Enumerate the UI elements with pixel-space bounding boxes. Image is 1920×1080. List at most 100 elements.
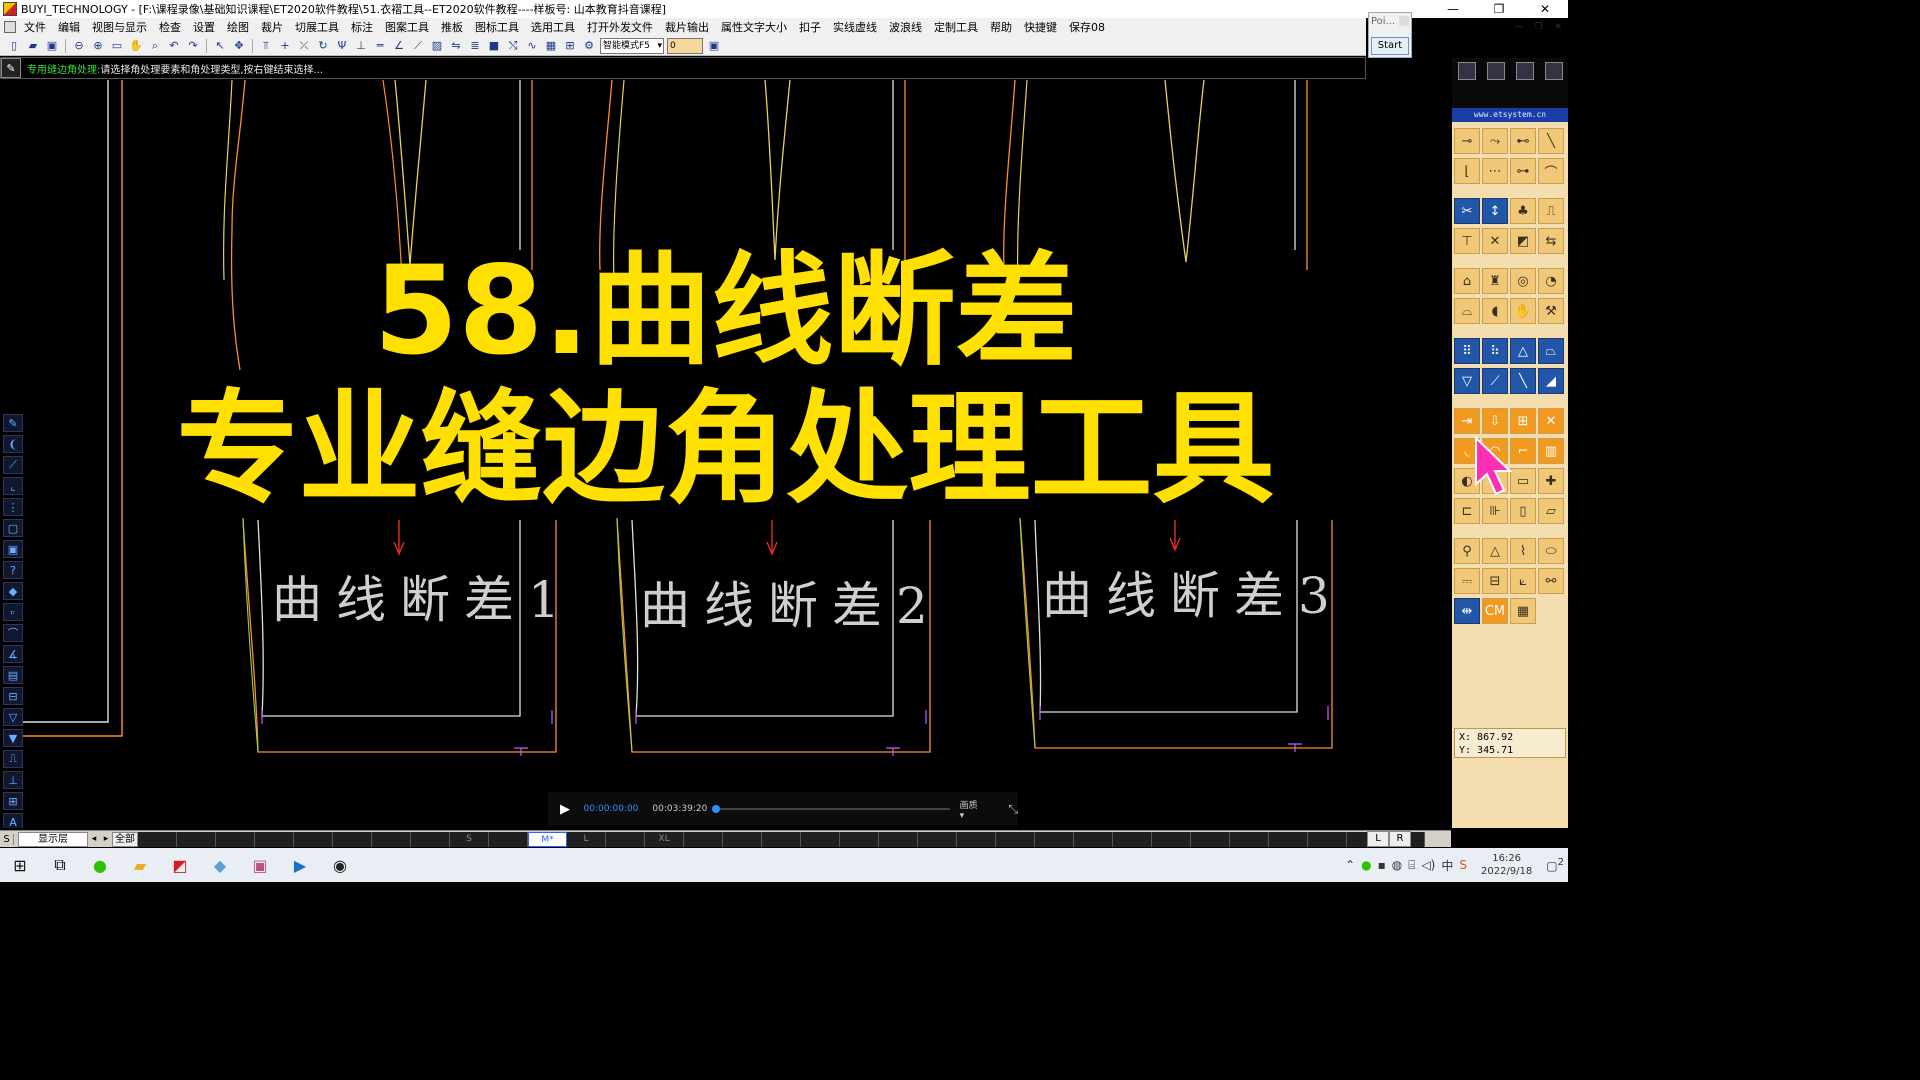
apply-icon[interactable]: ▣ bbox=[706, 38, 722, 54]
flag-icon[interactable] bbox=[1457, 62, 1476, 80]
menu-open-external[interactable]: 打开外发文件 bbox=[587, 19, 653, 35]
progress-track[interactable] bbox=[712, 805, 950, 813]
menu-annotate[interactable]: 标注 bbox=[351, 19, 373, 35]
r-button[interactable]: R bbox=[1389, 831, 1411, 847]
pattern-grid-icon[interactable]: ▦ bbox=[543, 38, 559, 54]
minimize-button[interactable]: — bbox=[1430, 0, 1476, 18]
size-cell[interactable] bbox=[1230, 831, 1269, 847]
tool-icon[interactable]: ◖ bbox=[1482, 298, 1508, 324]
size-cell[interactable] bbox=[1308, 831, 1347, 847]
mirror-icon[interactable]: ⇋ bbox=[448, 38, 464, 54]
windows-start-icon[interactable]: ⊞ bbox=[0, 848, 40, 882]
tool-icon[interactable]: ▽ bbox=[1454, 368, 1480, 394]
unit-mm-icon[interactable]: ⇹ bbox=[1454, 598, 1480, 624]
tool-icon[interactable]: ⊏ bbox=[1454, 498, 1480, 524]
gear-box-icon[interactable] bbox=[1515, 62, 1534, 80]
size-cell[interactable] bbox=[762, 831, 801, 847]
move-icon[interactable]: ✥ bbox=[231, 38, 247, 54]
tool-icon[interactable]: ⌓ bbox=[1454, 298, 1480, 324]
tool-icon[interactable]: ✋ bbox=[1510, 298, 1536, 324]
hatch-icon[interactable]: ▨ bbox=[429, 38, 445, 54]
tool-icon[interactable]: ⌂ bbox=[1454, 268, 1480, 294]
size-cell[interactable] bbox=[1269, 831, 1308, 847]
tray-app-icon[interactable]: ▪ bbox=[1378, 858, 1386, 872]
quality-select[interactable]: 画质 ▾ bbox=[960, 798, 985, 821]
tool-icon[interactable]: ✚ bbox=[1538, 468, 1564, 494]
tool-icon[interactable]: ▯ bbox=[1510, 498, 1536, 524]
tool-icon[interactable]: ⊪ bbox=[1482, 498, 1508, 524]
all-sizes-button[interactable]: 全部 bbox=[112, 831, 138, 847]
tool-icon[interactable]: ⊷ bbox=[1510, 128, 1536, 154]
size-cell[interactable] bbox=[996, 831, 1035, 847]
tool-icon[interactable]: ⌊ bbox=[1454, 158, 1480, 184]
redo-icon[interactable]: ↷ bbox=[185, 38, 201, 54]
size-cell[interactable] bbox=[294, 831, 333, 847]
document-icon[interactable] bbox=[1544, 62, 1563, 80]
help-tool-icon[interactable]: ? bbox=[3, 561, 23, 579]
size-cell[interactable] bbox=[1113, 831, 1152, 847]
size-cell[interactable] bbox=[684, 831, 723, 847]
menu-custom-tools[interactable]: 定制工具 bbox=[934, 19, 978, 35]
align-icon[interactable]: ⫪ bbox=[258, 38, 274, 54]
play-icon[interactable]: ▶ bbox=[560, 802, 580, 817]
task-view-icon[interactable]: ⧉ bbox=[40, 848, 80, 882]
file-explorer-icon[interactable]: ▰ bbox=[120, 848, 160, 882]
media-player-icon[interactable]: ▶ bbox=[280, 848, 320, 882]
calculator-icon[interactable]: ▦ bbox=[1510, 598, 1536, 624]
recorder-icon[interactable]: ◉ bbox=[320, 848, 360, 882]
baseline-icon[interactable]: ⊥ bbox=[3, 771, 23, 789]
tool-icon[interactable]: ⇥ bbox=[1454, 408, 1480, 434]
pan-hand-icon[interactable]: ✋ bbox=[128, 38, 144, 54]
size-cell[interactable] bbox=[333, 831, 372, 847]
menu-pattern-tools[interactable]: 图案工具 bbox=[385, 19, 429, 35]
tool-icon[interactable]: ↕ bbox=[1482, 198, 1508, 224]
menu-settings[interactable]: 设置 bbox=[193, 19, 215, 35]
size-cell[interactable] bbox=[372, 831, 411, 847]
tool-icon[interactable]: ⋯ bbox=[1482, 158, 1508, 184]
size-cell[interactable] bbox=[1152, 831, 1191, 847]
close-button[interactable]: ✕ bbox=[1522, 0, 1568, 18]
color-palette-icon[interactable]: ■ bbox=[486, 38, 502, 54]
display-layer-button[interactable]: 显示层 bbox=[18, 831, 88, 847]
size-cell[interactable]: XL bbox=[645, 831, 684, 847]
tool-icon[interactable]: ⎍ bbox=[1538, 198, 1564, 224]
mdi-minimize-button[interactable]: — bbox=[1514, 18, 1523, 36]
tool-icon[interactable]: ⚯ bbox=[1538, 568, 1564, 594]
tool-icon[interactable]: ╲ bbox=[1510, 368, 1536, 394]
compass-icon[interactable]: ∡ bbox=[3, 645, 23, 663]
size-cell[interactable] bbox=[1191, 831, 1230, 847]
menu-piece-output[interactable]: 裁片输出 bbox=[665, 19, 709, 35]
size-cell[interactable] bbox=[138, 831, 177, 847]
cube-icon[interactable] bbox=[1486, 62, 1505, 80]
progress-knob[interactable] bbox=[712, 805, 721, 813]
app-icon[interactable]: ▣ bbox=[240, 848, 280, 882]
tool-icon[interactable]: △ bbox=[1482, 538, 1508, 564]
tool-icon[interactable]: ◎ bbox=[1510, 268, 1536, 294]
size-cell[interactable] bbox=[918, 831, 957, 847]
save-icon[interactable]: ▣ bbox=[44, 38, 60, 54]
slash-icon[interactable]: ⟋ bbox=[410, 38, 426, 54]
notification-icon[interactable]: ▢2 bbox=[1546, 857, 1564, 873]
tool-icon[interactable]: ✕ bbox=[1482, 228, 1508, 254]
tool-icon[interactable]: ⊟ bbox=[1482, 568, 1508, 594]
size-cell[interactable] bbox=[216, 831, 255, 847]
tool-icon[interactable]: ⇩ bbox=[1482, 408, 1508, 434]
menu-select-tools[interactable]: 选用工具 bbox=[531, 19, 575, 35]
size-cell[interactable] bbox=[879, 831, 918, 847]
next-arrow-icon[interactable]: ▸ bbox=[100, 834, 112, 844]
tool-icon[interactable]: ⎓ bbox=[1454, 568, 1480, 594]
tool-icon[interactable]: ⠿ bbox=[1454, 338, 1480, 364]
menu-grading[interactable]: 推板 bbox=[441, 19, 463, 35]
menu-edit[interactable]: 编辑 bbox=[58, 19, 80, 35]
tool-icon[interactable]: ⬭ bbox=[1538, 538, 1564, 564]
clock[interactable]: 16:26 2022/9/18 bbox=[1481, 852, 1532, 878]
menu-file[interactable]: 文件 bbox=[24, 19, 46, 35]
menu-wave-line[interactable]: 波浪线 bbox=[889, 19, 922, 35]
mdi-close-button[interactable]: ✕ bbox=[1555, 18, 1563, 36]
fill-tool-icon[interactable]: ◆ bbox=[3, 582, 23, 600]
tool-icon[interactable]: ⏢ bbox=[1538, 338, 1564, 364]
tool-icon[interactable]: ⇆ bbox=[1538, 228, 1564, 254]
tool-icon[interactable]: ⊞ bbox=[1510, 408, 1536, 434]
new-file-icon[interactable]: ▯ bbox=[6, 38, 22, 54]
menu-save08[interactable]: 保存08 bbox=[1069, 19, 1105, 35]
